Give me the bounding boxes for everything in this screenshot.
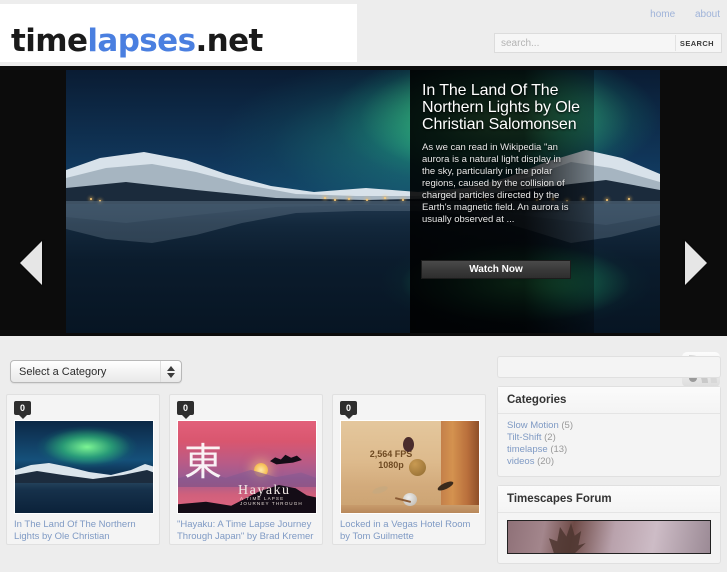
category-count: (20) <box>537 456 555 467</box>
list-item[interactable]: videos (20) <box>507 456 711 468</box>
site-header: timelapses.net home about SEARCH <box>0 0 727 66</box>
logo-plate: timelapses.net <box>0 4 357 62</box>
hero-caption-panel: In The Land Of The Northern Lights by Ol… <box>410 70 594 333</box>
category-link-timelapse[interactable]: timelapse <box>507 444 548 455</box>
comment-count-badge: 0 <box>14 401 31 419</box>
search-input[interactable] <box>495 34 675 52</box>
updown-stepper-icon[interactable] <box>160 361 180 382</box>
post-title-link[interactable]: In The Land Of The Northern Lights by Ol… <box>14 519 156 542</box>
sidebar: Categories Slow Motion (5) Tilt-Shift (2… <box>497 356 721 572</box>
forum-banner-image[interactable] <box>507 520 711 554</box>
list-item[interactable]: Tilt-Shift (2) <box>507 432 711 444</box>
nav-item-home[interactable]: home <box>650 9 675 20</box>
post-thumbnail[interactable]: 2,564 FPS 1080p <box>340 420 480 514</box>
poster-kanji: 東 <box>184 440 223 484</box>
category-list: Slow Motion (5) Tilt-Shift (2) timelapse… <box>507 420 711 468</box>
comment-count-badge: 0 <box>340 401 357 419</box>
post-title-link[interactable]: "Hayaku: A Time Lapse Journey Through Ja… <box>177 519 319 542</box>
slider-next-arrow-icon[interactable] <box>685 241 707 285</box>
category-link-tilt-shift[interactable]: Tilt-Shift <box>507 432 541 443</box>
poster-subtitle: A TIME LAPSE JOURNEY THROUGH <box>240 496 303 506</box>
search-button[interactable]: SEARCH <box>674 35 721 51</box>
category-select[interactable]: Select a Category <box>10 360 182 383</box>
sidebar-widget-timescapes-forum: Timescapes Forum <box>497 485 721 564</box>
hero-description: As we can read in Wikipedia "an aurora i… <box>422 142 569 225</box>
watch-now-button[interactable]: Watch Now <box>421 260 571 279</box>
category-link-videos[interactable]: videos <box>507 456 534 467</box>
category-select-label: Select a Category <box>19 365 107 378</box>
post-card[interactable]: 0 In The Land Of The Northern Lights by … <box>6 394 160 545</box>
logo-text-time: time <box>11 23 88 59</box>
post-thumbnail[interactable]: 東 Hayaku A TIME LAPSE JOURNEY THROUGH <box>177 420 317 514</box>
post-card[interactable]: 0 2,564 FPS 1080p Locked in a Vegas Hote… <box>332 394 486 545</box>
category-link-slow-motion[interactable]: Slow Motion <box>507 420 559 431</box>
hero-title: In The Land Of The Northern Lights by Ol… <box>422 82 580 133</box>
search-bar: SEARCH <box>494 33 722 53</box>
logo-text-lapses: lapses <box>87 23 196 59</box>
widget-title: Timescapes Forum <box>498 486 720 513</box>
top-navigation: home about <box>633 9 720 20</box>
nav-item-about[interactable]: about <box>695 9 720 20</box>
comment-count-badge: 0 <box>177 401 194 419</box>
post-title-link[interactable]: Locked in a Vegas Hotel Room by Tom Guil… <box>340 519 482 542</box>
widget-title: Categories <box>498 387 720 414</box>
category-count: (2) <box>544 432 556 443</box>
hero-slider: In The Land Of The Northern Lights by Ol… <box>0 66 727 336</box>
sidebar-widget-blank <box>497 356 721 378</box>
sidebar-widget-categories: Categories Slow Motion (5) Tilt-Shift (2… <box>497 386 721 477</box>
category-count: (5) <box>561 420 574 431</box>
category-count: (13) <box>550 444 568 455</box>
logo-text-net: .net <box>195 23 263 59</box>
site-logo[interactable]: timelapses.net <box>11 26 263 57</box>
list-item[interactable]: Slow Motion (5) <box>507 420 711 432</box>
post-thumbnail[interactable] <box>14 420 154 514</box>
list-item[interactable]: timelapse (13) <box>507 444 711 456</box>
slider-prev-arrow-icon[interactable] <box>20 241 42 285</box>
post-card[interactable]: 0 東 Hayaku A TIME LAPSE JOURNEY THROUGH … <box>169 394 323 545</box>
